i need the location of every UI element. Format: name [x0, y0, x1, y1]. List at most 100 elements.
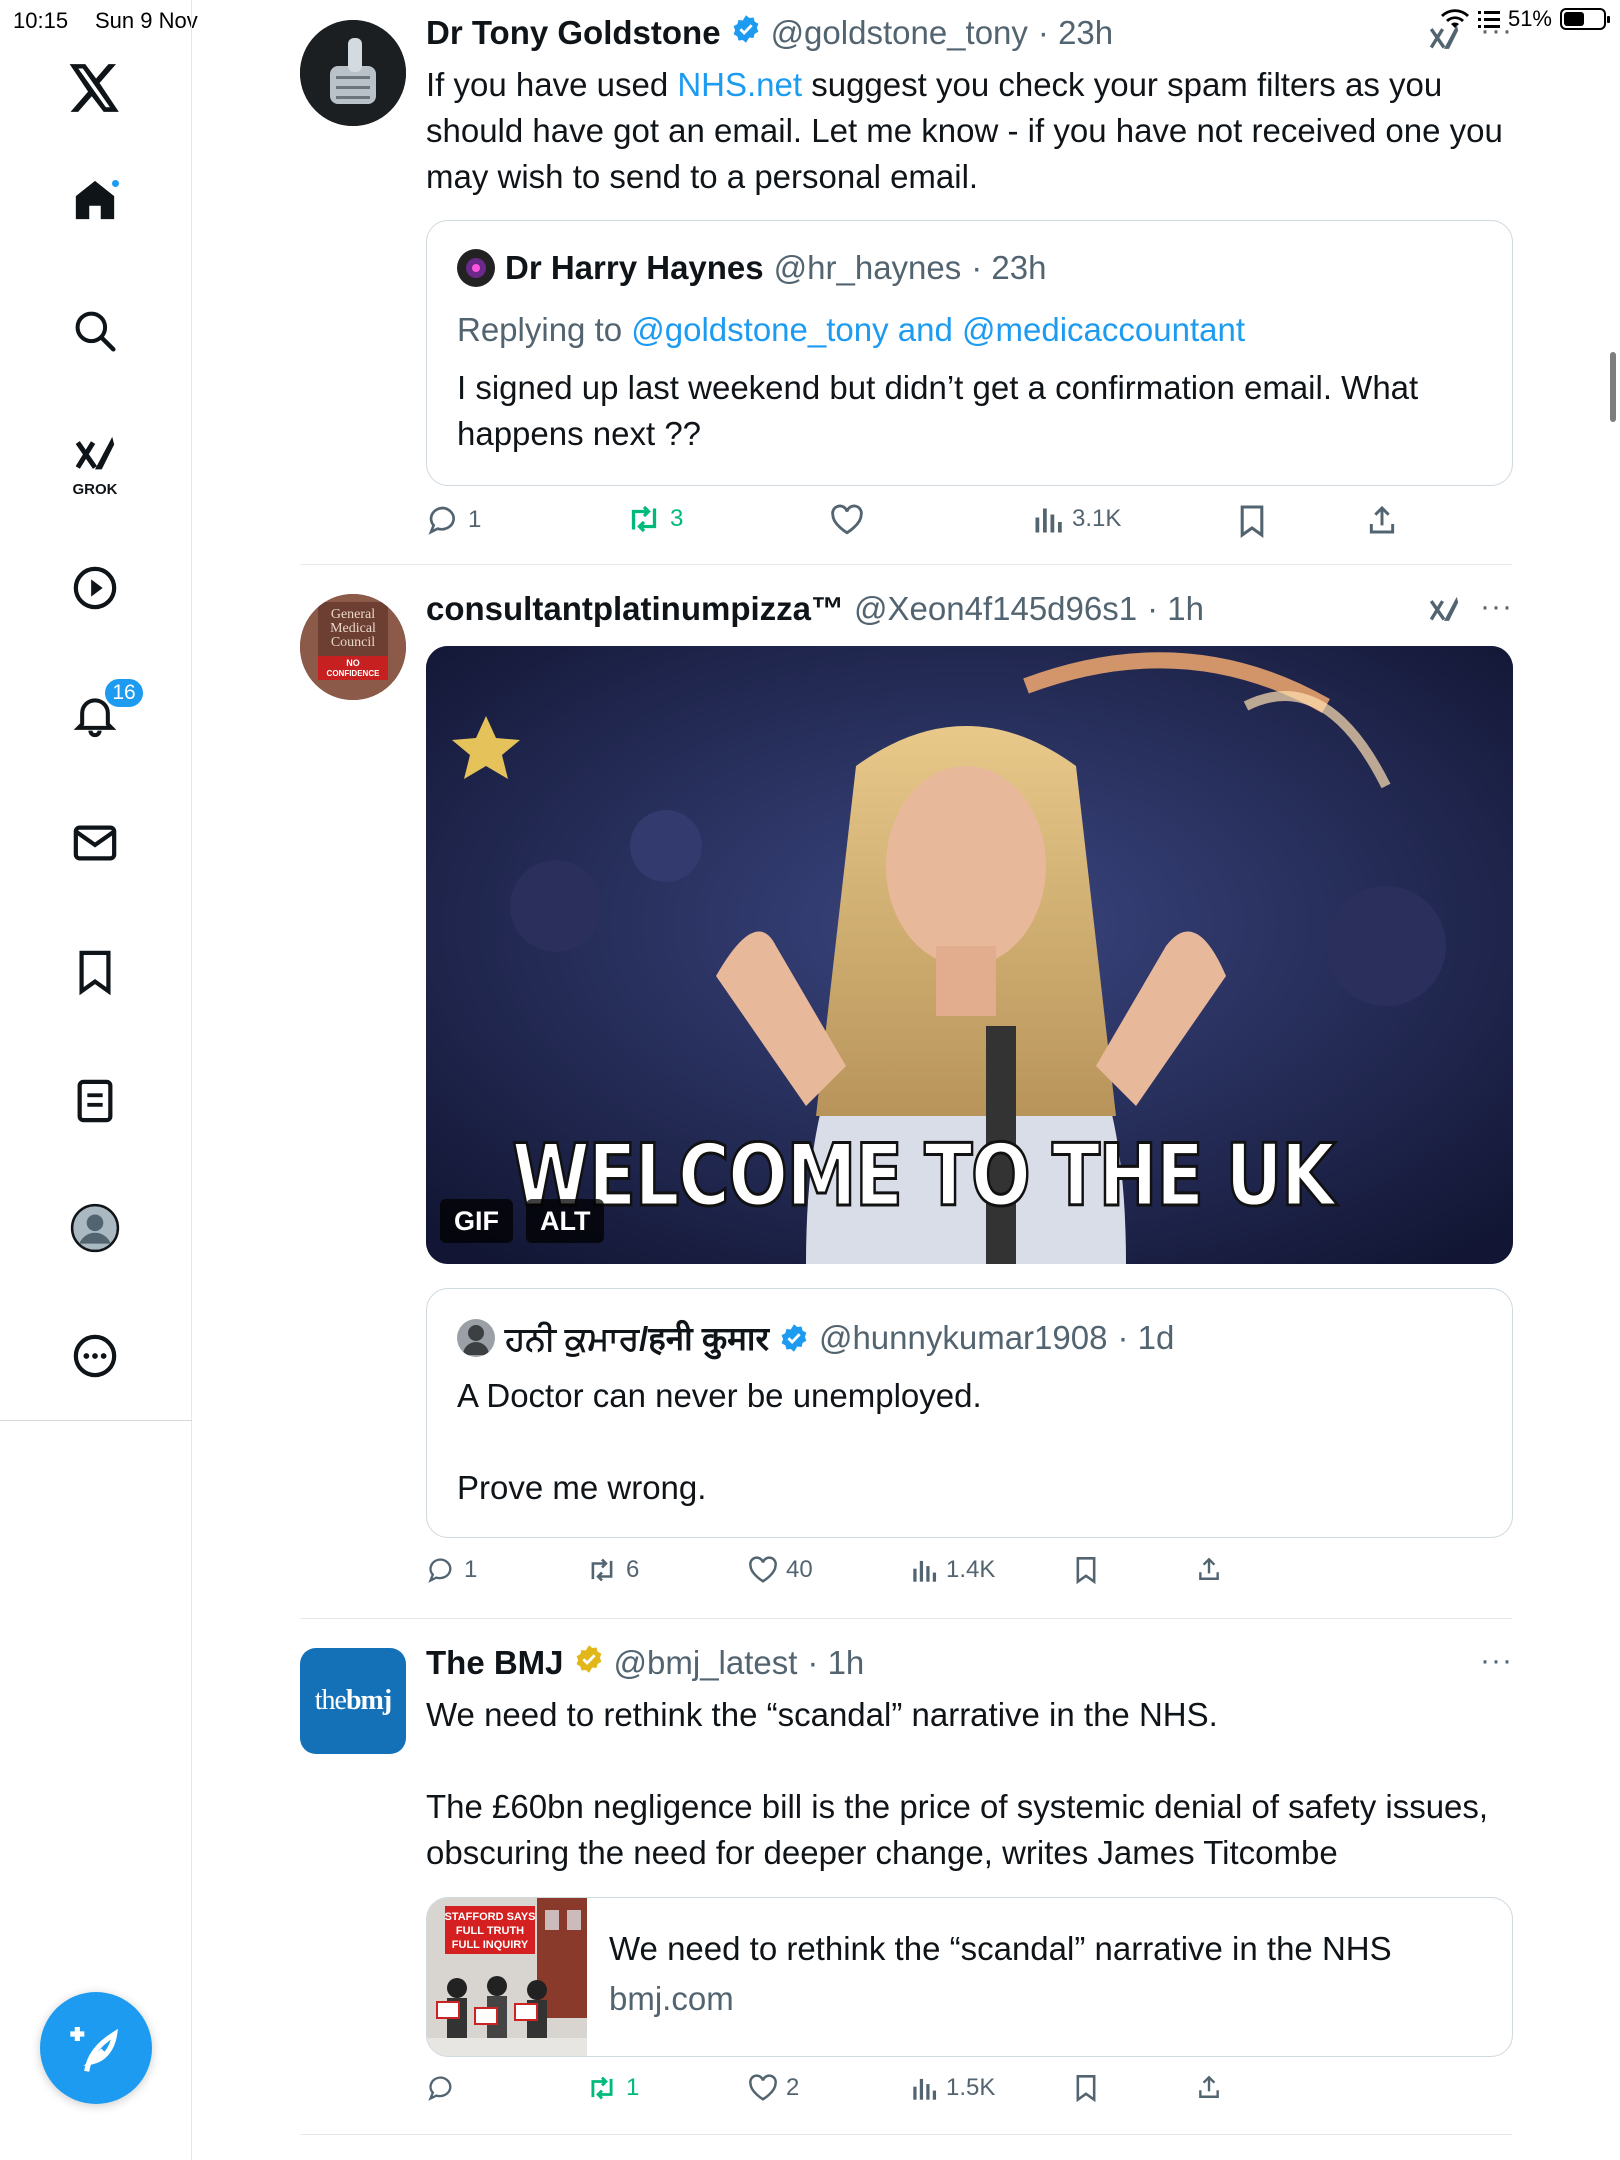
post-time[interactable]: · 1h [1147, 590, 1204, 628]
repost-button[interactable]: 1 [586, 2074, 639, 2102]
svg-text:CONFIDENCE: CONFIDENCE [327, 669, 381, 678]
more-options-icon[interactable]: ··· [1480, 590, 1513, 624]
more-options-icon[interactable]: ··· [1480, 1644, 1513, 1678]
notifications-badge: 16 [103, 677, 145, 709]
gif-caption: WELCOME TO THE UK [511, 1125, 1337, 1228]
quoted-author-name: ਹਨੀ ਕੁਮਾਰ/हनी कुमार [505, 1320, 769, 1357]
share-button[interactable] [1196, 1556, 1222, 1582]
reply-button[interactable]: 1 [426, 1556, 477, 1584]
nav-search[interactable] [65, 301, 125, 361]
like-button[interactable]: 2 [748, 2074, 799, 2102]
gmc-no-confidence-avatar: General Medical Council NO CONFIDENCE [300, 594, 406, 700]
post-time[interactable]: · 1h [807, 1644, 864, 1682]
like-button[interactable] [830, 504, 872, 536]
verified-blue-icon [781, 1323, 807, 1352]
nav-more[interactable] [65, 1326, 125, 1386]
author-name[interactable]: The BMJ [426, 1644, 564, 1682]
post-text-2: The £60bn negligence bill is the price o… [426, 1788, 1489, 1871]
bookmark-icon [1076, 2075, 1096, 2102]
post-actions: 1 2 1.5K [426, 2074, 1326, 2114]
post-actions: 1 6 40 1.4K [426, 1556, 1326, 1596]
scrollbar-thumb[interactable] [1610, 352, 1616, 422]
like-button[interactable]: 40 [748, 1556, 813, 1584]
author-handle[interactable]: @goldstone_tony [771, 14, 1028, 52]
quoted-post-text: A Doctor can never be unemployed. [457, 1377, 982, 1414]
search-icon [75, 311, 116, 352]
views-button[interactable]: 1.5K [912, 2074, 995, 2102]
reply-icon [428, 1558, 452, 1583]
avatar[interactable] [300, 20, 406, 126]
reply-button[interactable]: 1 [426, 504, 481, 536]
quoted-author-name: Dr Harry Haynes [505, 249, 764, 286]
link-card[interactable]: STAFFORD SAYS FULL TRUTH FULL INQUIRY We… [426, 1897, 1513, 2057]
nav-bookmarks[interactable] [65, 942, 125, 1002]
nav-grok[interactable]: GROK [65, 425, 125, 505]
author-name[interactable]: Dr Tony Goldstone [426, 14, 721, 52]
share-button[interactable] [1196, 2074, 1222, 2100]
share-icon [1199, 1557, 1219, 1580]
nav-video[interactable] [65, 558, 125, 618]
quoted-post-time: · 23h [971, 249, 1047, 286]
svg-text:FULL TRUTH: FULL TRUTH [456, 1925, 524, 1937]
battery-percent: 51% [1507, 6, 1552, 31]
play-icon [73, 566, 117, 610]
replying-to-links[interactable]: @goldstone_tony and @medicaccountant [631, 311, 1245, 348]
nav-messages[interactable] [65, 813, 125, 873]
heart-icon [749, 2074, 777, 2101]
more-options-icon[interactable]: ··· [1480, 14, 1513, 48]
author-name[interactable]: consultantplatinumpizza™ [426, 590, 844, 628]
svg-text:NO: NO [346, 658, 360, 668]
svg-text:STAFFORD SAYS: STAFFORD SAYS [444, 1911, 535, 1923]
quoted-post-time: · 1d [1117, 1318, 1175, 1356]
bookmark-button[interactable] [1074, 1556, 1098, 1584]
post-header: consultantplatinumpizza™ @Xeon4f145d96s1… [426, 590, 1204, 628]
compose-feather-icon [70, 2027, 118, 2072]
grok-icon [75, 436, 115, 469]
nav-home[interactable] [65, 170, 125, 230]
quoted-post[interactable]: Dr Harry Haynes @hr_haynes · 23h Replyin… [426, 220, 1513, 486]
x-logo-icon[interactable] [65, 58, 125, 118]
avatar[interactable]: General Medical Council NO CONFIDENCE [300, 594, 406, 700]
link-card-domain: bmj.com [609, 1980, 734, 2017]
sidebar-divider [0, 1420, 192, 1421]
bookmark-button[interactable] [1074, 2074, 1098, 2102]
share-icon [1199, 2075, 1219, 2098]
author-handle[interactable]: @bmj_latest [614, 1644, 798, 1682]
share-button[interactable] [1366, 504, 1398, 536]
nhs-link[interactable]: NHS.net [677, 66, 802, 103]
views-button[interactable]: 1.4K [912, 1556, 995, 1584]
svg-text:General: General [331, 607, 375, 622]
svg-text:Medical: Medical [330, 621, 376, 636]
alt-badge[interactable]: ALT [526, 1199, 605, 1243]
gif-badge: GIF [440, 1199, 513, 1243]
quoted-post-text-2: Prove me wrong. [457, 1469, 707, 1506]
avatar[interactable]: thebmj [300, 1648, 406, 1754]
compose-button[interactable] [40, 1992, 152, 2104]
author-handle[interactable]: @Xeon4f145d96s1 [854, 590, 1137, 628]
nav-profile[interactable] [65, 1198, 125, 1258]
verified-blue-icon [733, 15, 758, 43]
bookmark-icon [1076, 1557, 1096, 1584]
reply-icon [428, 506, 455, 535]
nav-notifications[interactable]: 16 [65, 677, 145, 745]
post-header: Dr Tony Goldstone @goldstone_tony · 23h [426, 14, 1113, 52]
nav-articles[interactable] [65, 1071, 125, 1131]
repost-button[interactable]: 3 [626, 504, 683, 534]
svg-text:FULL INQUIRY: FULL INQUIRY [452, 1939, 529, 1951]
thumbs-up-robot-icon [300, 20, 406, 126]
reply-button[interactable] [426, 2074, 464, 2102]
views-button[interactable]: 3.1K [1034, 504, 1121, 534]
grok-icon[interactable] [1426, 594, 1462, 628]
quoted-post[interactable]: ਹਨੀ ਕੁਮਾਰ/हनी कुमार @hunnykumar1908 · 1d… [426, 1288, 1513, 1538]
home-unread-dot [110, 178, 121, 189]
bookmark-button[interactable] [1238, 504, 1266, 538]
bookmark-icon [1240, 505, 1264, 538]
repost-button[interactable]: 6 [586, 1556, 639, 1584]
gif-media[interactable]: WELCOME TO THE UK GIF ALT [426, 646, 1513, 1264]
quoted-author-handle: @hunnykumar1908 [818, 1318, 1108, 1356]
repost-icon [631, 505, 657, 533]
heart-icon [831, 504, 863, 535]
post-time[interactable]: · 23h [1038, 14, 1113, 52]
grok-icon[interactable] [1426, 22, 1462, 56]
post-header: The BMJ @bmj_latest · 1h [426, 1644, 864, 1682]
